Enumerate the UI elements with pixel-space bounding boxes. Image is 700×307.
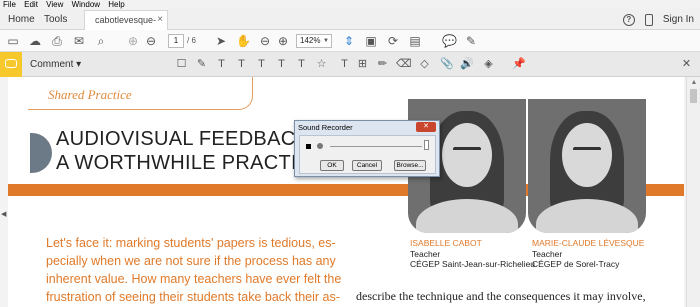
stop-icon[interactable] — [306, 144, 311, 149]
record-icon[interactable] — [317, 143, 323, 149]
face-shape — [442, 123, 492, 187]
upload-cloud-icon[interactable]: ☁ — [28, 34, 42, 48]
page-total: / 6 — [187, 36, 196, 45]
sign-in-link[interactable]: Sign In — [663, 14, 694, 25]
pdf-page: Shared Practice AUDIOVISUAL FEEDBACK: A … — [8, 77, 684, 307]
main-toolbar: ▭ ☁ ⎙ ✉ ⌕ ⊕ ⊖ 1 / 6 ➤ ✋ ⊖ ⊕ 142% ▼ ⇕ ▣ ⟳… — [0, 30, 700, 52]
section-label: Shared Practice — [48, 87, 132, 102]
print-icon[interactable]: ⎙ — [50, 34, 64, 48]
add-note-text-icon[interactable]: T — [295, 58, 308, 71]
markup-tool-icon[interactable]: ◈ — [482, 58, 495, 71]
body-text-right: describe the technique and the consequen… — [356, 289, 646, 303]
select-cursor-icon[interactable]: ➤ — [214, 34, 228, 48]
stamp-icon[interactable]: ☆ — [315, 58, 328, 71]
menu-help[interactable]: Help — [105, 0, 127, 9]
scrollbar-thumb[interactable] — [690, 89, 697, 103]
body-text-left: Let's face it: marking students' papers … — [46, 234, 346, 306]
text-field-icon[interactable]: ⊞ — [356, 58, 369, 71]
dialog-titlebar[interactable]: Sound Recorder ✕ — [295, 121, 439, 134]
vertical-scrollbar[interactable]: ▲ — [686, 77, 700, 307]
chevron-down-icon: ▼ — [323, 38, 329, 44]
comment-tool-badge[interactable] — [0, 52, 22, 77]
zoom-out-icon[interactable]: ⊖ — [258, 34, 272, 48]
tab-bar: Home Tools cabotlevesque-vol... × ? Sign… — [0, 9, 700, 43]
speech-bubble-icon — [5, 59, 17, 68]
ok-button[interactable]: OK — [320, 160, 344, 171]
close-icon[interactable]: × — [157, 11, 163, 29]
eyes-shape — [573, 147, 601, 151]
tab-document[interactable]: cabotlevesque-vol... × — [84, 10, 168, 43]
body-line: inherent value. How many teachers have e… — [46, 272, 342, 286]
face-shape — [562, 123, 612, 187]
author-role-2: Teacher — [532, 249, 563, 259]
menu-bar: File Edit View Window Help — [0, 0, 700, 9]
menu-edit[interactable]: Edit — [21, 0, 41, 9]
hand-tool-icon[interactable]: ✋ — [236, 34, 251, 48]
fit-page-icon[interactable]: ⇕ — [342, 34, 356, 48]
sound-recorder-dialog: Sound Recorder ✕ OK Cancel Browse... — [294, 120, 440, 177]
comment-icon[interactable]: 💬 — [442, 34, 457, 48]
recording-track — [330, 146, 422, 147]
author-org-1: CÉGEP Saint-Jean-sur-Richelieu — [410, 259, 536, 269]
body-line: frustration of seeing their students tak… — [46, 290, 340, 304]
next-page-icon[interactable]: ⊖ — [144, 34, 158, 48]
dialog-body: OK Cancel Browse... — [299, 135, 436, 174]
text-box-icon[interactable]: T — [338, 58, 351, 71]
left-panel-toggle-icon[interactable]: ◀ — [1, 210, 6, 218]
menu-file[interactable]: File — [0, 0, 19, 9]
rotate-icon[interactable]: ⟳ — [386, 34, 400, 48]
highlighter-icon[interactable]: ✎ — [195, 58, 208, 71]
help-icon[interactable]: ? — [622, 13, 635, 26]
volume-slider[interactable] — [424, 140, 429, 150]
pin-icon[interactable]: 📌 — [512, 58, 526, 71]
eyes-shape — [453, 147, 481, 151]
sticky-note-icon[interactable]: ☐ — [175, 58, 188, 71]
body-line: pecially when we are not sure if the pro… — [46, 254, 336, 268]
body-line: Let's face it: marking students' papers … — [46, 236, 336, 250]
author-name-1: ISABELLE CABOT — [410, 238, 482, 248]
zoom-value: 142% — [300, 36, 321, 45]
author-role-1: Teacher — [410, 249, 441, 259]
search-icon[interactable]: ⌕ — [94, 34, 108, 48]
record-audio-icon[interactable]: 🔊 — [460, 58, 474, 71]
author-name-2: MARIE-CLAUDE LÉVESQUE — [532, 238, 645, 248]
draw-icon[interactable]: ✏ — [376, 58, 389, 71]
replace-text-icon[interactable]: T — [255, 58, 268, 71]
zoom-select[interactable]: 142% ▼ — [296, 34, 332, 48]
dialog-close-button[interactable]: ✕ — [416, 122, 436, 132]
shapes-icon[interactable]: ◇ — [418, 58, 431, 71]
comment-toolbar: Comment ▾ ☐ ✎ T T T T T ☆ T ⊞ ✏ ⌫ ◇ 📎 🔊 … — [0, 52, 700, 77]
strikethrough-text-icon[interactable]: T — [235, 58, 248, 71]
save-icon[interactable]: ▭ — [6, 34, 20, 48]
document-viewport: Shared Practice AUDIOVISUAL FEEDBACK: A … — [0, 77, 700, 307]
browse-button[interactable]: Browse... — [394, 160, 426, 171]
email-icon[interactable]: ✉ — [72, 34, 86, 48]
page-number-input[interactable]: 1 — [168, 34, 184, 48]
cancel-button[interactable]: Cancel — [352, 160, 382, 171]
author-photo-marie-claude — [528, 99, 646, 233]
author-org-2: CÉGEP de Sorel-Tracy — [532, 259, 620, 269]
eraser-icon[interactable]: ⌫ — [396, 58, 412, 71]
menu-view[interactable]: View — [43, 0, 66, 9]
tab-tools[interactable]: Tools — [36, 9, 75, 30]
full-screen-icon[interactable]: ▣ — [364, 34, 378, 48]
underline-text-icon[interactable]: T — [215, 58, 228, 71]
attach-file-icon[interactable]: 📎 — [440, 58, 454, 71]
comment-label: Comment — [30, 59, 74, 70]
dialog-title: Sound Recorder — [298, 123, 353, 132]
previous-page-icon[interactable]: ⊕ — [126, 34, 140, 48]
mobile-icon[interactable] — [644, 13, 653, 26]
menu-window[interactable]: Window — [69, 0, 103, 9]
comment-menu[interactable]: Comment ▾ — [30, 52, 81, 77]
scroll-up-icon[interactable]: ▲ — [687, 79, 700, 86]
title-accent-shape — [30, 133, 52, 173]
scroll-mode-icon[interactable]: ▤ — [408, 34, 422, 48]
zoom-in-icon[interactable]: ⊕ — [276, 34, 290, 48]
close-comment-toolbar-icon[interactable]: ✕ — [680, 58, 693, 71]
pen-icon[interactable]: ✎ — [464, 34, 478, 48]
insert-text-icon[interactable]: T — [275, 58, 288, 71]
